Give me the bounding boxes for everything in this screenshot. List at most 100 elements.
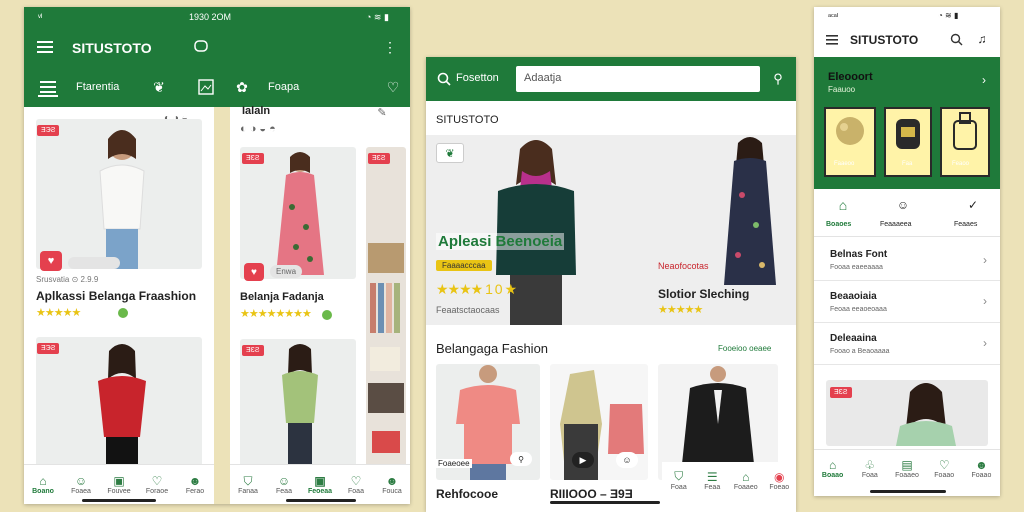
product-image-green-top[interactable] <box>240 339 356 467</box>
wishlist-heart-icon[interactable]: ♥ <box>40 251 62 271</box>
home-icon: ⌂ <box>828 458 837 472</box>
tab-favorite-icon[interactable]: ♡ <box>384 77 402 97</box>
product-title[interactable]: Belanja Fadanja <box>240 291 324 303</box>
tab-photo-icon[interactable] <box>196 77 216 97</box>
promo-banner[interactable]: Eleooort Faauoo › Faaeoo Faa Feaoo <box>814 57 1000 189</box>
list-item[interactable]: Deleaaina Fooao a Beaoaaaa › <box>814 323 1000 365</box>
search-header: Fosetton Adaatja ⚲ <box>426 57 796 101</box>
status-icons: ◔ ≋ ▮ <box>366 11 389 22</box>
tab-foapa[interactable]: Foapa <box>268 81 299 93</box>
nav-home[interactable]: ⌂ Boaao <box>814 450 851 487</box>
notification-icon[interactable]: ♫ <box>974 31 990 47</box>
nav-categories[interactable]: ♧ Foaa <box>851 450 888 487</box>
user-icon: ☺ <box>74 474 88 488</box>
hero-pill[interactable]: Faaaacccaa <box>436 260 492 271</box>
product-price-mid: RIIIOOO – Ǝ9Ǝ <box>550 487 633 501</box>
tab-leaf-icon[interactable]: ❦ <box>146 77 172 97</box>
nav-orders[interactable]: ☰ Feaa <box>696 462 730 498</box>
person-icon: ☻ <box>975 458 988 472</box>
list-item[interactable]: Beaaoiaia Feoaa eeaoeoaaa › <box>814 281 1000 323</box>
nav-account[interactable]: ☻ Ferao <box>176 465 214 504</box>
category-new[interactable]: ✓ Feaaes <box>948 195 996 235</box>
search-icon[interactable] <box>436 71 452 87</box>
user-icon: ☺ <box>277 474 291 488</box>
shirt-icon: ▣ <box>113 474 125 488</box>
nav-account[interactable]: ☻ Foaao <box>963 450 1000 487</box>
bottom-nav-left: ⌂ Boano ☺ Foaea ▣ Fouvee ♡ Foraoe ☻ Ferao <box>24 464 214 504</box>
view-all-link[interactable]: Fooeioo oeaee <box>718 344 771 353</box>
face-icon[interactable]: ☺ <box>616 452 638 468</box>
heart-icon: ♡ <box>350 474 362 488</box>
product-title[interactable]: Aplkassi Belanga Fraashion <box>36 289 196 303</box>
brand-label: SITUSTOTO <box>436 114 499 126</box>
category-row: ⌂ Boaoes ☺ Feaaaeea ✓ Feaaes <box>814 191 1000 237</box>
tag-icon: ✓ <box>967 198 979 212</box>
heart-icon: ♡ <box>151 474 163 488</box>
list-icon: ☰ <box>706 469 718 484</box>
location-icon[interactable]: ⚲ <box>770 70 786 88</box>
discount-badge: ƎƐƧ <box>368 153 390 164</box>
cart-icon: ⛉ <box>674 469 684 483</box>
bottom-nav-right: ⛉ Fanaa ☺ Feaa ▣ Feoeaa ♡ Foaa ☻ Fouca <box>230 464 410 504</box>
product-chip[interactable]: Foaeoee <box>436 459 472 468</box>
product-image-red-top[interactable] <box>36 337 202 467</box>
product-image-blouse[interactable] <box>36 119 202 269</box>
chevron-right-icon: › <box>983 336 987 350</box>
category-home[interactable]: ⌂ Boaoes <box>822 195 870 235</box>
discount-badge: ƎƐƧ <box>242 345 264 356</box>
nav-cart[interactable]: ⛉ Fanaa <box>230 465 266 504</box>
size-chip[interactable]: Enwa <box>270 265 303 278</box>
banner-item-2[interactable]: Faa <box>884 107 932 177</box>
home-icon: ⌂ <box>838 197 848 213</box>
category-deals[interactable]: ☺ Feaaaeea <box>878 195 934 235</box>
zoom-icon[interactable]: ⚲ <box>510 452 532 466</box>
nav-account[interactable]: ☻ Fouca <box>374 465 410 504</box>
more-icon[interactable]: ⋮ <box>383 38 397 56</box>
dislike-icon[interactable]: ✎ <box>374 105 390 119</box>
hero-title: Apleasi Beenoeia <box>436 233 565 250</box>
hero-caption: Feaatsctaocaas <box>436 305 500 315</box>
home-indicator <box>82 499 156 502</box>
promo-rating: ★★★★★ <box>658 304 703 316</box>
product-image-floral-dress[interactable] <box>240 147 356 279</box>
discount-badge: ƎƐƧ <box>242 153 264 164</box>
bell-icon: ◉ <box>774 469 785 484</box>
section-title: Belangaga Fashion <box>436 341 549 356</box>
tab-ftarentia[interactable]: Ftarentia <box>76 81 119 93</box>
status-signal: ᵃᶜᵃᴵ <box>828 12 839 21</box>
status-bar: ᵛᴵ 1930 2OM ◔ ≋ ▮ <box>24 7 410 27</box>
discount-badge: ƎЭƧ <box>37 125 60 136</box>
banner-item-3[interactable]: Feaoo <box>940 107 990 177</box>
rating-dot <box>118 308 128 318</box>
status-icons: ◔ ≋ ▮ <box>938 11 959 20</box>
nav-shop[interactable]: ▤ Foaaeo <box>888 450 925 487</box>
wishlist-heart-icon[interactable]: ♥ <box>244 263 264 281</box>
menu-icon[interactable] <box>36 39 54 55</box>
nav-store[interactable]: ⌂ Foaaeo <box>729 462 763 498</box>
play-icon[interactable]: ▶ <box>572 452 594 468</box>
nav-home[interactable]: ⌂ Boano <box>24 465 62 504</box>
search-label: Fosetton <box>456 72 499 84</box>
logo-icon: ❦ <box>436 143 464 163</box>
nav-alerts[interactable]: ◉ Foeao <box>763 462 797 498</box>
chevron-right-icon: › <box>983 294 987 308</box>
home-icon: ⌂ <box>39 474 47 488</box>
closet-rack-image[interactable] <box>366 147 406 467</box>
tab-list-icon[interactable] <box>38 79 58 97</box>
promo-title[interactable]: Slotior Sleching <box>658 287 749 301</box>
nav-cart[interactable]: ⛉ Foaa <box>662 462 696 498</box>
chat-icon[interactable] <box>192 38 210 56</box>
banner-item-1[interactable]: Faaeoo <box>824 107 876 177</box>
search-input[interactable]: Adaatja <box>516 66 760 92</box>
chevron-right-icon: › <box>983 253 987 267</box>
chevron-right-icon[interactable]: › <box>978 73 990 87</box>
menu-icon[interactable] <box>824 33 840 47</box>
gift-icon: ☺ <box>896 198 910 212</box>
tab-heart-icon[interactable]: ✿ <box>232 77 252 97</box>
bottom-nav: ⌂ Boaao ♧ Foaa ▤ Foaaeo ♡ Foaao ☻ Foaao <box>814 449 1000 487</box>
list-item[interactable]: Belnas Font Fooaa eaeeaaaa › <box>814 241 1000 281</box>
cart-icon: ⛉ <box>243 473 253 488</box>
search-icon[interactable] <box>948 31 964 47</box>
nav-favorites[interactable]: ♡ Foaao <box>926 450 963 487</box>
column-divider <box>214 107 230 504</box>
